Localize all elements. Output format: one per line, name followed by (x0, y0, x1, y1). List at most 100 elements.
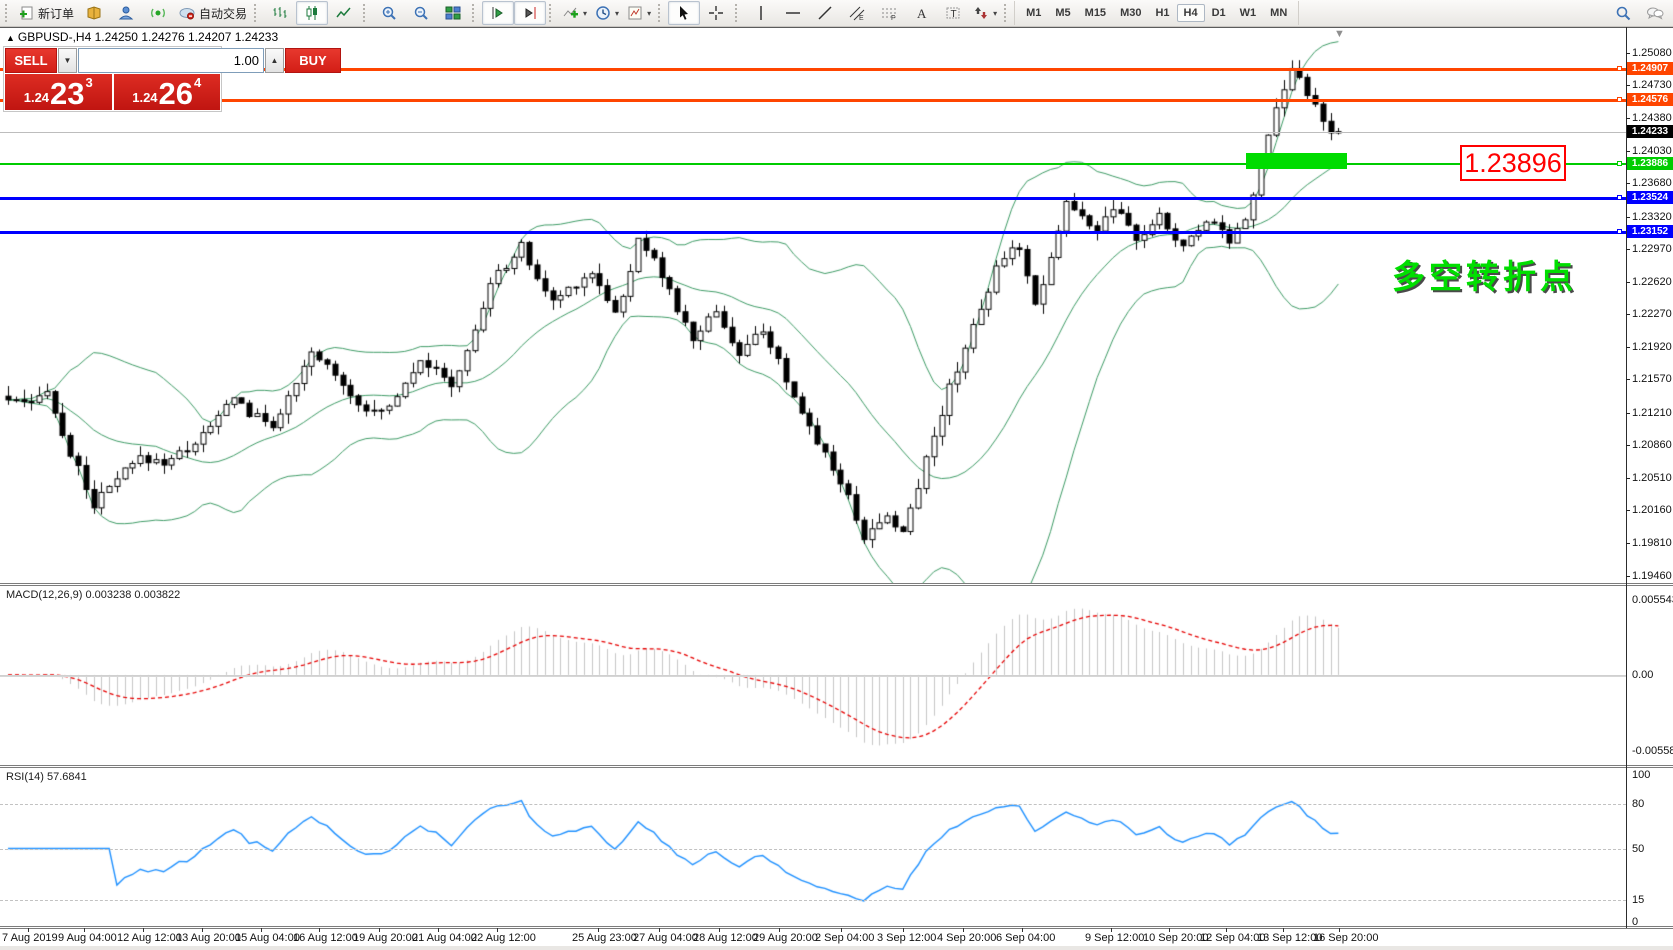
price-tick-mark (1626, 217, 1630, 218)
timeframe-button-m15[interactable]: M15 (1078, 4, 1113, 22)
timeframe-button-m30[interactable]: M30 (1113, 4, 1148, 22)
zoom-out-icon (413, 5, 429, 21)
sell-button[interactable]: SELL (5, 48, 57, 73)
search-button[interactable] (1607, 1, 1639, 25)
toolbar-grip[interactable] (1004, 4, 1011, 22)
pane-separator[interactable] (0, 767, 1673, 768)
toolbar-grip[interactable] (5, 4, 12, 22)
timeframe-button-mn[interactable]: MN (1263, 4, 1294, 22)
price-tick-mark (1626, 347, 1630, 348)
text-label-tool-button[interactable]: T (937, 1, 969, 25)
price-callout-box[interactable]: 1.23896 (1460, 145, 1566, 181)
price-tick-mark (1626, 85, 1630, 86)
timeframe-button-h1[interactable]: H1 (1148, 4, 1176, 22)
indicators-button[interactable]: ▾ (559, 1, 591, 25)
cursor-tool-button[interactable] (668, 1, 700, 25)
horizontal-line-object[interactable] (0, 99, 1626, 102)
line-endpoint-marker (1617, 97, 1622, 102)
chinese-annotation[interactable]: 多空转折点 (1392, 250, 1577, 298)
rsi-level-line (0, 804, 1626, 805)
auto-scroll-button[interactable] (482, 1, 514, 25)
equidistant-channel-icon: E (849, 5, 865, 21)
bid-big-digits: 23 (50, 78, 84, 109)
chart-shift-marker-icon[interactable]: ▼ (1334, 28, 1345, 40)
volume-decrease-button[interactable]: ▼ (58, 48, 77, 73)
strategy-tester-button[interactable] (142, 1, 174, 25)
indicators-icon (563, 5, 579, 21)
price-tick-mark (1626, 576, 1630, 577)
toolbar-grip[interactable] (472, 4, 479, 22)
auto-trading-button[interactable]: 自动交易 (174, 1, 251, 25)
pane-separator (0, 926, 1673, 927)
chat-button[interactable] (1639, 1, 1671, 25)
bar-chart-mode-button[interactable] (264, 1, 296, 25)
crosshair-tool-button[interactable] (700, 1, 732, 25)
line-chart-mode-button[interactable] (328, 1, 360, 25)
toolbar-grip[interactable] (363, 4, 370, 22)
toolbar-grip[interactable] (735, 4, 742, 22)
trendline-tool-button[interactable] (809, 1, 841, 25)
time-tick-label: 15 Aug 04:00 (235, 932, 300, 944)
fibonacci-tool-button[interactable]: F (873, 1, 905, 25)
pane-separator[interactable] (0, 585, 1673, 586)
text-icon: A (913, 5, 929, 21)
chart-shift-button[interactable] (514, 1, 546, 25)
current-price-line (0, 132, 1626, 133)
tile-windows-button[interactable] (437, 1, 469, 25)
horizontal-line-object[interactable] (0, 197, 1626, 200)
collapse-arrow-icon[interactable]: ▲ (6, 33, 15, 43)
main-toolbar: 新订单 自动交易 (0, 0, 1673, 27)
time-tick-label: 3 Sep 12:00 (877, 932, 936, 944)
templates-caret: ▾ (647, 9, 651, 18)
time-tick-label: 7 Aug 2019 (2, 932, 58, 944)
channel-tool-button[interactable]: E (841, 1, 873, 25)
price-tick-label: 1.20510 (1632, 472, 1672, 484)
pane-separator[interactable] (0, 765, 1673, 766)
candle-chart-mode-button[interactable] (296, 1, 328, 25)
main-chart-canvas[interactable] (0, 27, 1626, 583)
timeframe-button-m1[interactable]: M1 (1019, 4, 1048, 22)
horizontal-line-tool-button[interactable] (777, 1, 809, 25)
horizontal-line-object[interactable] (0, 231, 1626, 234)
vertical-line-tool-button[interactable] (745, 1, 777, 25)
timeframe-button-h4[interactable]: H4 (1177, 4, 1205, 22)
pane-separator[interactable] (0, 583, 1673, 584)
data-window-button[interactable] (110, 1, 142, 25)
price-tick-mark (1626, 118, 1630, 119)
periods-button[interactable]: ▾ (591, 1, 623, 25)
toolbar-grip[interactable] (658, 4, 665, 22)
buy-button[interactable]: BUY (285, 48, 341, 73)
arrows-tool-button[interactable]: ▾ (969, 1, 1001, 25)
market-watch-button[interactable] (78, 1, 110, 25)
bid-price-display[interactable]: 1.24 23 3 (5, 74, 112, 110)
fibonacci-icon: F (881, 5, 897, 21)
ask-price-display[interactable]: 1.24 26 4 (114, 74, 221, 110)
signal-icon (150, 5, 166, 21)
horizontal-line-object[interactable] (0, 163, 1626, 165)
ask-prefix: 1.24 (132, 90, 157, 105)
line-chart-icon (336, 5, 352, 21)
svg-text:F: F (891, 15, 895, 21)
price-line-chip: 1.24576 (1627, 93, 1673, 106)
time-tick-label: 25 Aug 23:00 (572, 932, 637, 944)
price-tick-label: 1.23680 (1632, 177, 1672, 189)
volume-input[interactable] (78, 48, 264, 73)
templates-button[interactable]: ▾ (623, 1, 655, 25)
timeframe-button-w1[interactable]: W1 (1233, 4, 1264, 22)
timeframe-button-d1[interactable]: D1 (1205, 4, 1233, 22)
green-highlight-rectangle[interactable] (1246, 153, 1347, 169)
price-tick-mark (1626, 510, 1630, 511)
text-tool-button[interactable]: A (905, 1, 937, 25)
timeframe-button-m5[interactable]: M5 (1048, 4, 1077, 22)
toolbar-grip[interactable] (254, 4, 261, 22)
new-order-button[interactable]: 新订单 (15, 1, 78, 25)
book-icon (86, 5, 102, 21)
toolbar-grip[interactable] (549, 4, 556, 22)
rsi-pane-canvas[interactable] (0, 768, 1626, 926)
zoom-out-button[interactable] (405, 1, 437, 25)
template-icon (627, 5, 643, 21)
rsi-level-line (0, 900, 1626, 901)
zoom-in-button[interactable] (373, 1, 405, 25)
volume-increase-button[interactable]: ▲ (265, 48, 284, 73)
chat-icon (1646, 5, 1664, 21)
